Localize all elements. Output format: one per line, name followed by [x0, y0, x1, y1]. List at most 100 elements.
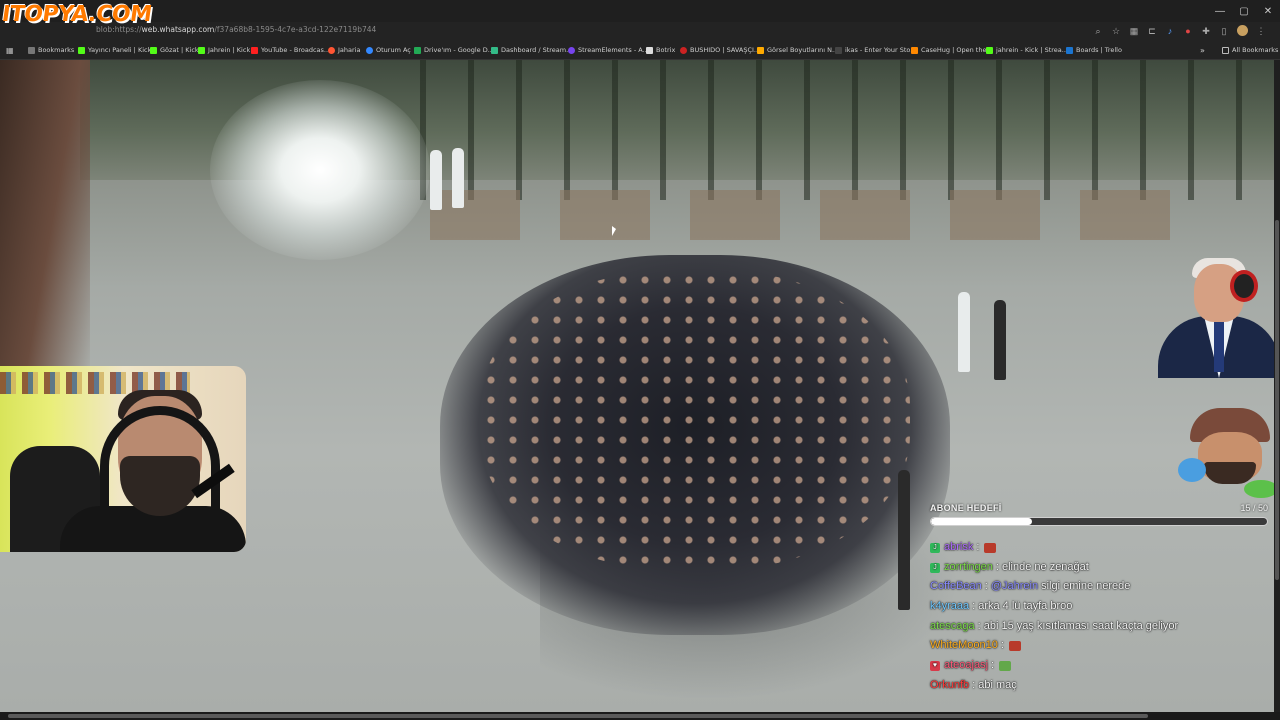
ikas-icon	[835, 46, 842, 54]
background-trees	[420, 60, 1280, 200]
bookmark-label: YouTube - Broadcas...	[261, 46, 331, 54]
folder-icon	[1222, 46, 1229, 54]
page-scrollbar[interactable]	[1274, 60, 1280, 712]
extension-icon[interactable]: ▦	[1129, 25, 1139, 37]
all-bookmarks-button[interactable]: All Bookmarks	[1222, 46, 1278, 54]
chat-text: elinde ne zenağat	[1001, 560, 1089, 573]
chat-username[interactable]: Orkunfb	[930, 676, 969, 696]
bookmark-label: CaseHug | Open the...	[921, 46, 993, 54]
youtube-icon	[251, 46, 258, 54]
botrix-icon	[646, 46, 653, 54]
chat-username[interactable]: k4yraaa	[930, 597, 969, 617]
bookmarks-overflow-icon[interactable]: »	[1200, 46, 1205, 55]
emote-icon	[1008, 641, 1021, 652]
goal-progress-bar	[930, 517, 1268, 526]
chat-username[interactable]: abrisk	[944, 538, 973, 558]
minimize-button[interactable]: —	[1208, 0, 1232, 22]
bookmark-item[interactable]: Jahrein | Kick	[198, 46, 250, 54]
scrollbar-thumb[interactable]	[8, 714, 1148, 718]
bookmark-item[interactable]: ikas - Enter Your Sto...	[835, 46, 917, 54]
chat-message: ♥ ateoajasj:	[930, 656, 1274, 676]
chat-separator: :	[1000, 639, 1004, 652]
bookmark-label: Oturum Aç	[376, 46, 411, 54]
bookmark-item[interactable]: Jaharia	[328, 46, 360, 54]
jaharia-icon	[328, 46, 335, 54]
cast-icon[interactable]: ⊏	[1147, 25, 1157, 37]
chat-mention: @Jahrein	[990, 580, 1039, 593]
bookmark-item[interactable]: Oturum Aç	[366, 46, 411, 54]
bookmark-label: Boards | Trello	[1076, 46, 1122, 54]
bookmark-item[interactable]: Yayıncı Paneli | Kick	[78, 46, 151, 54]
bookmark-item[interactable]: jahrein - Kick | Strea...	[986, 46, 1068, 54]
chat-username[interactable]: zorrtingen	[944, 558, 993, 578]
emote-icon	[999, 660, 1012, 671]
all-bookmarks-label: All Bookmarks	[1232, 46, 1279, 54]
bookmark-label: ikas - Enter Your Sto...	[845, 46, 917, 54]
profile-avatar[interactable]	[1237, 25, 1248, 36]
bookmark-item[interactable]: Görsel Boyutlarını N...	[757, 46, 838, 54]
guest-overlay	[1158, 250, 1280, 378]
maximize-button[interactable]: ▢	[1232, 0, 1256, 22]
chat-separator: :	[972, 600, 976, 613]
guest-tie	[1214, 322, 1224, 372]
chat-separator: :	[972, 678, 976, 691]
bookmarks-bar: ▦ Bookmarks Yayıncı Paneli | Kick Gözat …	[0, 42, 1280, 60]
subscriber-goal: ABONE HEDEFİ 15 / 50	[930, 503, 1270, 526]
user-badge-icon: J	[930, 542, 940, 553]
record-icon[interactable]: ●	[1183, 25, 1193, 37]
apps-icon[interactable]: ▦	[6, 46, 14, 55]
bookmark-label: Drive'ım - Google D...	[424, 46, 494, 54]
bookmark-label: StreamElements - A...	[578, 46, 649, 54]
bookmark-label: Yayıncı Paneli | Kick	[88, 46, 152, 54]
puzzle-icon[interactable]: ✚	[1201, 25, 1211, 37]
goal-title: ABONE HEDEFİ	[930, 503, 1002, 513]
chat-text: silgi emine nerede	[1041, 580, 1131, 593]
chat-username[interactable]: atescaga	[930, 617, 975, 637]
bookmark-item[interactable]: CaseHug | Open the...	[911, 46, 993, 54]
bookmark-item[interactable]: Gözat | Kick	[150, 46, 199, 54]
chat-username[interactable]: CoffeBean	[930, 577, 982, 597]
chat-message: Jzorrtingen: elinde ne zenağat	[930, 558, 1274, 578]
address-bar-icons: ⌕ ☆ ▦ ⊏ ♪ ● ✚ ▯ ⋮	[1093, 25, 1266, 37]
login-icon	[366, 46, 373, 54]
star-icon[interactable]: ☆	[1111, 25, 1121, 37]
bookmark-item[interactable]: Botrix	[646, 46, 675, 54]
user-badge-icon: J	[930, 562, 940, 573]
chat-separator: :	[995, 560, 999, 573]
scrollbar-thumb[interactable]	[1275, 220, 1279, 580]
horizontal-scrollbar[interactable]	[0, 712, 1280, 720]
goal-count: 15 / 50	[1240, 503, 1268, 513]
bookmark-item[interactable]: StreamElements - A...	[568, 46, 649, 54]
sidebar-icon[interactable]: ▯	[1219, 25, 1229, 37]
menu-icon[interactable]: ⋮	[1256, 25, 1266, 37]
goal-progress-fill	[931, 518, 1032, 525]
bookmark-item[interactable]: Drive'ım - Google D...	[414, 46, 494, 54]
headphones-icon	[100, 406, 220, 516]
audio-icon[interactable]: ♪	[1165, 25, 1175, 37]
chat-message: WhiteMoon10:	[930, 636, 1274, 656]
bookmark-item[interactable]: Bookmarks	[28, 46, 74, 54]
chat-text: arka 4 lü tayfa broo	[978, 600, 1073, 613]
background-benches	[430, 190, 1210, 240]
bookmark-item[interactable]: Boards | Trello	[1066, 46, 1122, 54]
search-icon[interactable]: ⌕	[1093, 25, 1103, 37]
bookmark-item[interactable]: YouTube - Broadcas...	[251, 46, 330, 54]
bookmark-label: jahrein - Kick | Strea...	[996, 46, 1068, 54]
chat-separator: :	[991, 659, 995, 672]
chat-username[interactable]: WhiteMoon10	[930, 636, 998, 656]
chat-username[interactable]: ateoajasj	[944, 656, 988, 676]
chat-message: Orkunfb: abi maç	[930, 676, 1274, 696]
bookmark-item[interactable]: BUSHIDO | SAVAŞÇI...	[680, 46, 760, 54]
bookmark-item[interactable]: Dashboard / Stream...	[491, 46, 572, 54]
bookmark-label: Botrix	[656, 46, 676, 54]
image-icon	[757, 46, 764, 54]
address-bar[interactable]: blob:https://web.whatsapp.com/f37a68b8-1…	[0, 22, 1280, 42]
chat-text: abi maç	[978, 678, 1017, 691]
chat-message: CoffeBean: @Jahrein silgi emine nerede	[930, 577, 1274, 597]
cartoon-emote	[1178, 408, 1278, 504]
close-button[interactable]: ✕	[1256, 0, 1280, 22]
bushido-icon	[680, 46, 687, 54]
casehug-icon	[911, 46, 918, 54]
doctor-figure	[452, 148, 464, 208]
teacher-figure	[958, 292, 970, 372]
